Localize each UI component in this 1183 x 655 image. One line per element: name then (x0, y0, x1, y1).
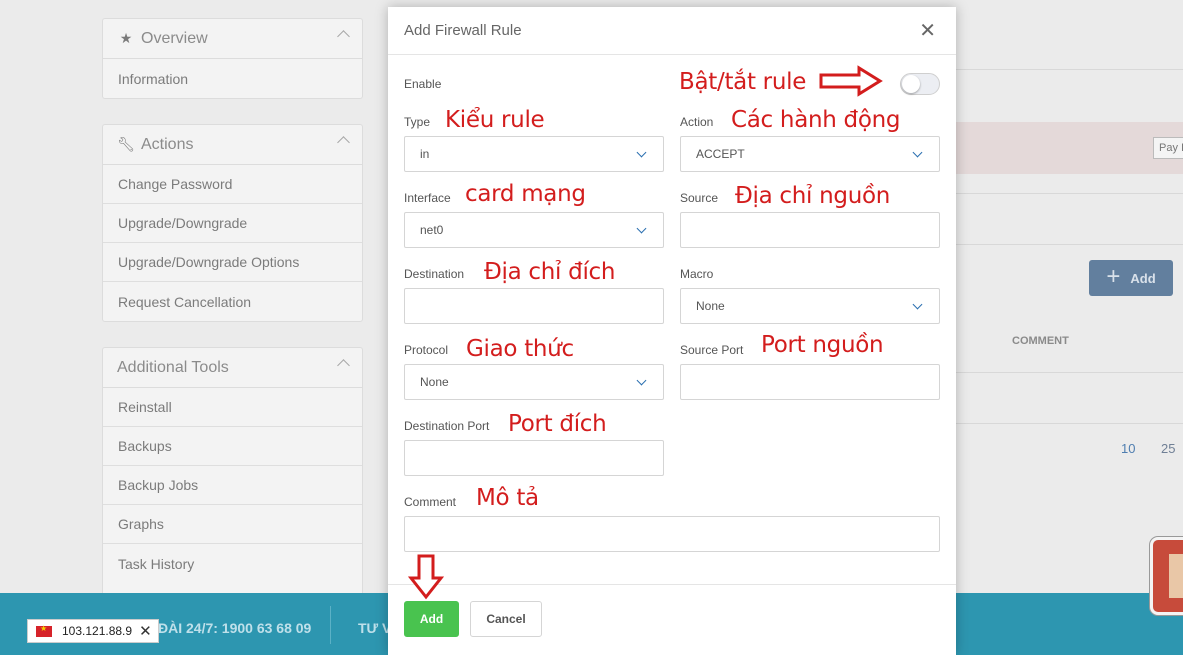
add-button[interactable]: Add (404, 601, 459, 637)
annotation-enable: Bật/tắt rule (679, 69, 807, 95)
ip-address: 103.121.88.9 (62, 624, 133, 638)
destination-input[interactable] (404, 288, 664, 324)
modal-title: Add Firewall Rule (404, 22, 522, 39)
additional-tools-panel-header[interactable]: Additional Tools (103, 348, 362, 388)
sidebar-item-request-cancellation[interactable]: Request Cancellation (103, 282, 362, 321)
annotation-source: Địa chỉ nguồn (735, 183, 891, 209)
action-value: ACCEPT (696, 147, 745, 161)
annotation-protocol: Giao thức (466, 336, 574, 362)
chevron-up-icon (337, 136, 350, 149)
arrow-right-icon (819, 65, 883, 97)
additional-tools-title: Additional Tools (117, 358, 229, 376)
action-label: Action (680, 115, 714, 129)
add-firewall-rule-modal: Add Firewall Rule ✕ Enable Bật/tắt rule … (388, 7, 956, 655)
chevron-down-icon (636, 223, 647, 234)
sidebar-item-upgrade-downgrade-options[interactable]: Upgrade/Downgrade Options (103, 243, 362, 282)
hotline-text: ĐÀI 24/7: 1900 63 68 09 (158, 620, 312, 636)
enable-toggle[interactable] (900, 73, 940, 95)
footer-divider (330, 606, 331, 644)
interface-value: net0 (420, 223, 444, 237)
interface-label: Interface (404, 191, 451, 205)
page-size-25[interactable]: 25 (1161, 441, 1175, 456)
modal-footer-divider (388, 584, 956, 585)
macro-label: Macro (680, 267, 714, 281)
actions-panel-header[interactable]: 🔧︎ Actions (103, 125, 362, 165)
notice-band (956, 122, 1183, 174)
divider (956, 244, 1183, 245)
vietnam-flag-icon (36, 624, 52, 637)
annotation-interface: card mạng (465, 181, 586, 207)
sidebar-item-backups[interactable]: Backups (103, 427, 362, 466)
overview-panel: ★ Overview Information (102, 18, 363, 99)
macro-value: None (696, 299, 725, 313)
close-icon[interactable]: ✕ (139, 622, 152, 640)
ip-address-chip: 103.121.88.9 ✕ (27, 619, 159, 643)
cancel-button[interactable]: Cancel (470, 601, 542, 637)
divider (956, 193, 1183, 194)
floating-promo-image[interactable] (1150, 537, 1183, 615)
sidebar-item-upgrade-downgrade[interactable]: Upgrade/Downgrade (103, 204, 362, 243)
annotation-source-port: Port nguồn (761, 332, 884, 358)
wrench-icon: 🔧︎ (117, 136, 135, 152)
type-label: Type (404, 115, 431, 129)
sidebar-item-reinstall[interactable]: Reinstall (103, 388, 362, 427)
divider (956, 423, 1183, 424)
pay-button[interactable]: Pay I (1153, 137, 1183, 159)
annotation-action: Các hành động (731, 107, 901, 133)
annotation-destination: Địa chỉ đích (484, 259, 616, 285)
overview-panel-header[interactable]: ★ Overview (103, 19, 362, 59)
source-input[interactable] (680, 212, 940, 248)
toggle-knob (902, 75, 920, 93)
source-port-label: Source Port (680, 343, 744, 357)
enable-label: Enable (404, 77, 442, 91)
destination-label: Destination (404, 267, 465, 281)
star-icon: ★ (119, 30, 133, 46)
annotation-comment: Mô tả (476, 485, 539, 511)
protocol-label: Protocol (404, 343, 449, 357)
add-rule-label: Add (1130, 270, 1156, 286)
plus-icon: + (1106, 263, 1121, 290)
interface-select[interactable]: net0 (404, 212, 664, 248)
sidebar-item-task-history[interactable]: Task History (103, 544, 362, 583)
source-label: Source (680, 191, 719, 205)
comment-label: Comment (404, 495, 457, 509)
arrow-down-icon (408, 554, 444, 600)
close-icon[interactable]: ✕ (919, 21, 936, 41)
divider (956, 69, 1183, 70)
destination-port-label: Destination Port (404, 419, 490, 433)
sidebar-item-information[interactable]: Information (103, 59, 362, 98)
background-content: Pay I + Add COMMENT 10 25 (956, 0, 1183, 655)
comment-column-header: COMMENT (1012, 335, 1069, 347)
actions-title: Actions (141, 135, 194, 153)
type-select[interactable]: in (404, 136, 664, 172)
footer-consult-text: TƯ V (358, 620, 392, 636)
action-select[interactable]: ACCEPT (680, 136, 940, 172)
source-port-input[interactable] (680, 364, 940, 400)
add-rule-button[interactable]: + Add (1089, 260, 1173, 296)
page-size-10[interactable]: 10 (1121, 441, 1135, 456)
divider (956, 372, 1183, 373)
protocol-select[interactable]: None (404, 364, 664, 400)
chevron-down-icon (636, 147, 647, 158)
destination-port-input[interactable] (404, 440, 664, 476)
additional-tools-panel: Additional Tools Reinstall Backups Backu… (102, 347, 363, 597)
modal-header: Add Firewall Rule (388, 7, 956, 55)
protocol-value: None (420, 375, 449, 389)
annotation-type: Kiểu rule (445, 107, 545, 133)
annotation-destination-port: Port đích (508, 411, 607, 437)
chevron-up-icon (337, 359, 350, 372)
macro-select[interactable]: None (680, 288, 940, 324)
overview-title: Overview (141, 29, 208, 47)
chevron-down-icon (912, 299, 923, 310)
sidebar-item-backup-jobs[interactable]: Backup Jobs (103, 466, 362, 505)
chevron-up-icon (337, 30, 350, 43)
type-value: in (420, 147, 430, 161)
sidebar-item-change-password[interactable]: Change Password (103, 165, 362, 204)
actions-panel: 🔧︎ Actions Change Password Upgrade/Downg… (102, 124, 363, 322)
comment-input[interactable] (404, 516, 940, 552)
sidebar-item-graphs[interactable]: Graphs (103, 505, 362, 544)
chevron-down-icon (912, 147, 923, 158)
chevron-down-icon (636, 375, 647, 386)
